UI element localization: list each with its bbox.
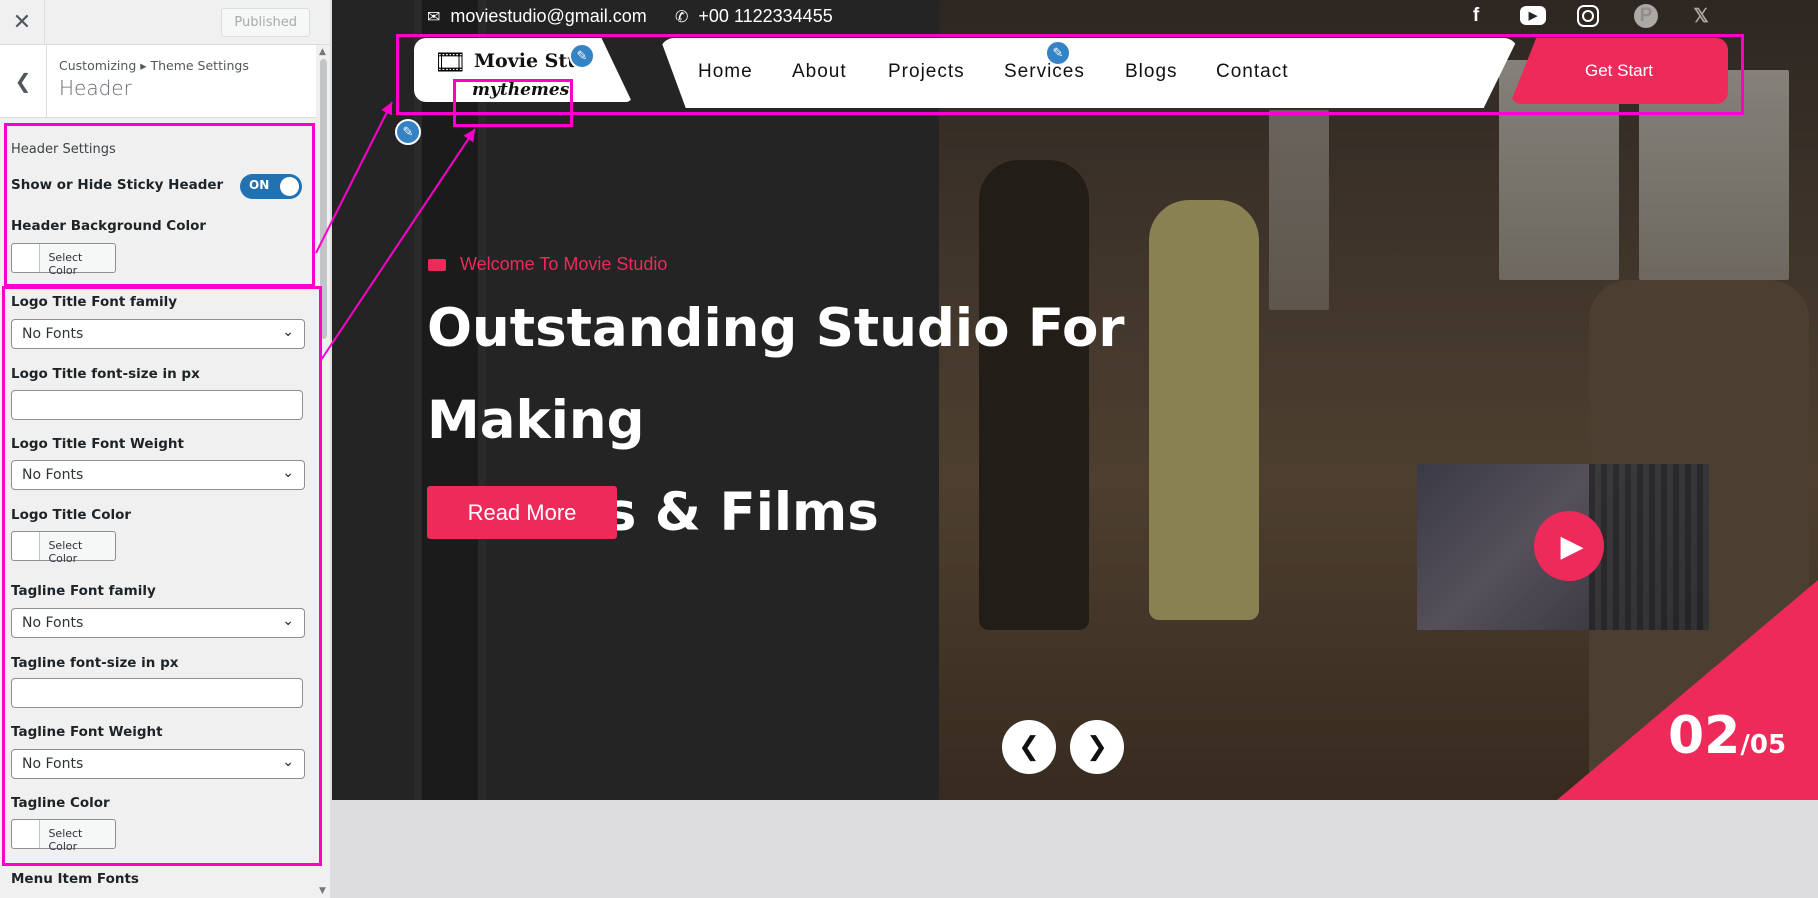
edit-pencil-icon[interactable]: ✎ — [569, 43, 595, 69]
tagline-font-size-input[interactable] — [11, 678, 303, 708]
customizer-sidebar: ✕ Published ❮ Customizing ▸ Theme Settin… — [0, 0, 331, 898]
tagline-color-label: Tagline Color — [11, 795, 110, 811]
logo-color-label: Logo Title Color — [11, 507, 132, 523]
breadcrumb: Customizing ▸ Theme Settings — [59, 58, 249, 73]
section-title: Header — [59, 76, 132, 100]
slide-counter: 02/05 — [1668, 706, 1787, 766]
scrollbar-thumb[interactable] — [320, 59, 327, 339]
x-twitter-icon[interactable]: 𝕏 — [1688, 4, 1714, 28]
instagram-icon[interactable] — [1577, 5, 1599, 27]
tagline-font-family-select[interactable]: No Fonts ⌄ — [11, 608, 305, 638]
facebook-icon[interactable]: f — [1463, 4, 1489, 28]
site-topbar: ✉ moviestudio@gmail.com ✆ +00 1122334455… — [332, 0, 1818, 35]
film-reel-icon: 🎞 — [434, 48, 468, 78]
tagline-color-button[interactable]: Select Color — [11, 819, 116, 853]
header-bg-color-button[interactable]: Select Color — [11, 243, 116, 277]
close-icon[interactable]: ✕ — [0, 0, 45, 45]
color-swatch — [12, 244, 41, 272]
logo-font-weight-select[interactable]: No Fonts ⌄ — [11, 460, 305, 490]
next-slide-icon[interactable]: ❯ — [1070, 720, 1124, 774]
nav-blogs[interactable]: Blogs — [1125, 61, 1178, 83]
tagline-font-size-label: Tagline font-size in px — [11, 655, 179, 671]
sticky-header-toggle[interactable]: ON — [240, 174, 302, 199]
prev-slide-icon[interactable]: ❮ — [1002, 720, 1056, 774]
tagline-font-family-label: Tagline Font family — [11, 583, 156, 599]
nav-services[interactable]: Services — [1004, 61, 1085, 83]
chevron-down-icon: ⌄ — [282, 613, 294, 629]
customizer-topbar: ✕ Published — [0, 0, 330, 45]
nav-projects[interactable]: Projects — [888, 61, 965, 83]
get-start-button[interactable]: Get Start — [1510, 38, 1728, 104]
color-swatch — [12, 532, 41, 560]
toggle-state-label: ON — [249, 178, 270, 192]
logo-font-weight-label: Logo Title Font Weight — [11, 436, 184, 452]
chevron-down-icon: ⌄ — [282, 465, 294, 481]
toggle-knob — [280, 177, 299, 196]
tagline-font-weight-select[interactable]: No Fonts ⌄ — [11, 749, 305, 779]
site-tagline: mythemes — [472, 80, 570, 100]
nav-home[interactable]: Home — [698, 61, 753, 83]
color-swatch — [12, 820, 41, 848]
header-bg-color-label: Header Background Color — [11, 218, 207, 234]
scroll-down-icon[interactable]: ▼ — [319, 886, 326, 896]
sidebar-scrollbar[interactable]: ▲ ▼ — [316, 45, 330, 898]
site-preview: ✉ moviestudio@gmail.com ✆ +00 1122334455… — [332, 0, 1818, 800]
logo-font-family-select[interactable]: No Fonts ⌄ — [11, 319, 305, 349]
video-camera-icon — [428, 258, 446, 271]
topbar-phone[interactable]: ✆ +00 1122334455 — [675, 6, 833, 27]
edit-pencil-icon[interactable]: ✎ — [395, 119, 421, 145]
logo-title: Movie Stu — [474, 50, 581, 72]
topbar-email[interactable]: ✉ moviestudio@gmail.com — [427, 6, 647, 27]
header-settings-heading: Header Settings — [11, 142, 116, 157]
logo-font-size-label: Logo Title font-size in px — [11, 366, 200, 382]
hero-welcome: Welcome To Movie Studio — [428, 254, 667, 275]
scroll-up-icon[interactable]: ▲ — [319, 47, 326, 57]
phone-icon: ✆ — [675, 8, 689, 26]
read-more-button[interactable]: Read More — [427, 486, 617, 539]
tagline-font-weight-label: Tagline Font Weight — [11, 724, 163, 740]
pinterest-icon[interactable]: P — [1634, 4, 1658, 28]
main-nav — [660, 38, 1518, 108]
youtube-icon[interactable]: ▶ — [1520, 6, 1546, 25]
logo-font-size-input[interactable] — [11, 390, 303, 420]
publish-button[interactable]: Published — [221, 7, 310, 37]
nav-about[interactable]: About — [792, 61, 847, 83]
edit-pencil-icon[interactable]: ✎ — [1045, 40, 1071, 66]
back-arrow-icon[interactable]: ❮ — [0, 45, 47, 117]
chevron-down-icon: ⌄ — [282, 324, 294, 340]
preview-empty-area — [332, 800, 1818, 898]
logo-font-family-label: Logo Title Font family — [11, 294, 178, 310]
nav-contact[interactable]: Contact — [1216, 61, 1288, 83]
section-header: ❮ Customizing ▸ Theme Settings Header — [0, 45, 330, 118]
logo-color-button[interactable]: Select Color — [11, 531, 116, 565]
envelope-icon: ✉ — [427, 8, 441, 26]
sticky-header-label: Show or Hide Sticky Header — [11, 177, 224, 193]
chevron-down-icon: ⌄ — [282, 754, 294, 770]
menu-item-fonts-label: Menu Item Fonts — [11, 871, 139, 887]
play-icon[interactable]: ▶ — [1534, 511, 1604, 581]
